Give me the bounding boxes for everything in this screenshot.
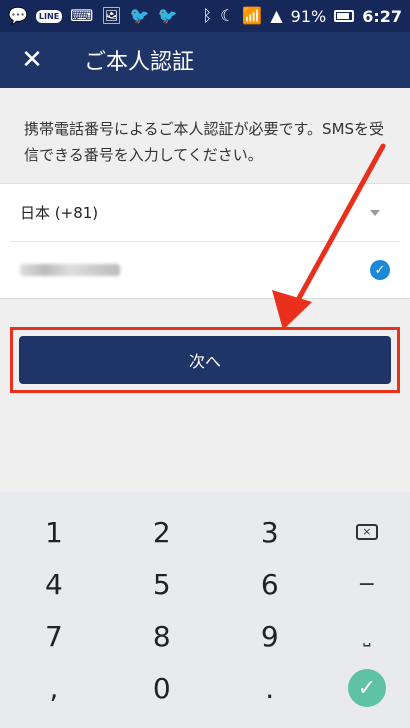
keyboard-row-4: , 0 . ✓ xyxy=(0,662,410,714)
phone-form: 日本 (+81) ✓ xyxy=(0,183,410,299)
battery-icon xyxy=(334,10,355,22)
do-not-disturb-icon: ☾ xyxy=(220,6,235,25)
key-9[interactable]: 9 xyxy=(216,610,324,662)
key-2[interactable]: 2 xyxy=(108,506,216,558)
verification-instructions: 携帯電話番号によるご本人認証が必要です。SMSを受信できる番号を入力してください… xyxy=(24,120,385,164)
twitter-icon: 🐦 xyxy=(129,6,150,25)
twitter-icon-2: 🐦 xyxy=(157,6,178,25)
line-icon: LINE xyxy=(35,9,63,23)
country-select[interactable]: 日本 (+81) xyxy=(10,184,400,242)
key-8[interactable]: 8 xyxy=(108,610,216,662)
key-3[interactable]: 3 xyxy=(216,506,324,558)
message-icon: 💬 xyxy=(8,6,28,25)
next-button-highlight: 次へ xyxy=(10,327,400,393)
phone-number-value xyxy=(20,264,120,276)
checkmark-done-icon: ✓ xyxy=(347,669,386,707)
next-button[interactable]: 次へ xyxy=(19,336,391,384)
main-content: 携帯電話番号によるご本人認証が必要です。SMSを受信できる番号を入力してください… xyxy=(0,88,410,492)
country-value: 日本 (+81) xyxy=(20,204,99,222)
checkmark-icon: ✓ xyxy=(370,260,390,280)
page-title: ご本人認証 xyxy=(84,50,195,75)
key-5[interactable]: 5 xyxy=(108,558,216,610)
key-comma[interactable]: , xyxy=(0,662,108,714)
minus-key[interactable]: − xyxy=(324,558,410,610)
status-bar: 💬 LINE ⌨ 🖼 🐦 🐦 ᛒ ☾ 📶 ▲ 91% 6:27 xyxy=(0,0,410,32)
numeric-keyboard: 1 2 3 × 4 5 6 − 7 8 9 ⎵ , 0 . ✓ xyxy=(0,492,410,728)
keyboard-row-1: 1 2 3 × xyxy=(0,506,410,558)
app-bar: ✕ ご本人認証 xyxy=(0,32,410,88)
backspace-key[interactable]: × xyxy=(324,506,410,558)
key-period[interactable]: . xyxy=(216,662,324,714)
keyboard-icon: ⌨ xyxy=(70,6,94,25)
wifi-icon: 📶 xyxy=(242,6,263,25)
close-button[interactable]: ✕ xyxy=(0,32,64,88)
phone-number-input[interactable]: ✓ xyxy=(0,242,410,298)
image-icon: 🖼 xyxy=(101,6,122,25)
keyboard-row-2: 4 5 6 − xyxy=(0,558,410,610)
status-bar-system: ᛒ ☾ 📶 ▲ 91% 6:27 xyxy=(202,7,402,26)
close-icon: ✕ xyxy=(21,45,43,75)
done-key[interactable]: ✓ xyxy=(324,662,410,714)
key-0[interactable]: 0 xyxy=(108,662,216,714)
status-bar-notifications: 💬 LINE ⌨ 🖼 🐦 🐦 xyxy=(8,8,177,24)
keyboard-row-3: 7 8 9 ⎵ xyxy=(0,610,410,662)
clock: 6:27 xyxy=(362,6,402,26)
key-1[interactable]: 1 xyxy=(0,506,108,558)
key-6[interactable]: 6 xyxy=(216,558,324,610)
dropdown-arrow-icon xyxy=(370,209,380,216)
key-4[interactable]: 4 xyxy=(0,558,108,610)
signal-icon: ▲ xyxy=(270,6,283,25)
bluetooth-icon: ᛒ xyxy=(202,6,213,25)
backspace-icon: × xyxy=(355,524,378,540)
key-7[interactable]: 7 xyxy=(0,610,108,662)
space-key[interactable]: ⎵ xyxy=(324,610,410,662)
battery-percent: 91% xyxy=(290,6,327,26)
space-icon: ⎵ xyxy=(363,625,371,647)
